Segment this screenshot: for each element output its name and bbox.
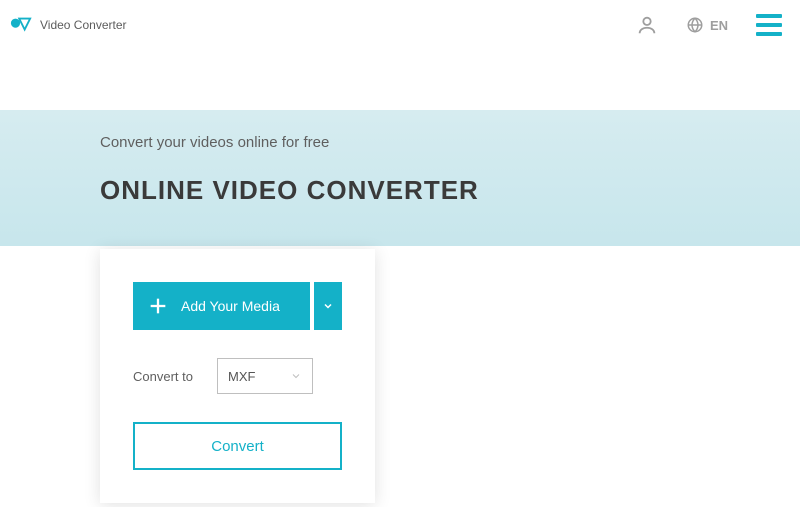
format-select[interactable]: MXF	[217, 358, 313, 394]
add-media-button[interactable]: Add Your Media	[133, 282, 310, 330]
convert-to-label: Convert to	[133, 369, 193, 384]
header: Video Converter EN	[0, 0, 800, 50]
globe-icon	[686, 16, 704, 34]
chevron-down-icon	[290, 370, 302, 382]
language-label: EN	[710, 18, 728, 33]
menu-button[interactable]	[756, 14, 782, 36]
header-left: Video Converter	[10, 14, 127, 36]
add-media-label: Add Your Media	[181, 298, 280, 314]
language-selector[interactable]: EN	[686, 16, 728, 34]
add-media-dropdown[interactable]	[314, 282, 342, 330]
format-selected-value: MXF	[228, 369, 255, 384]
hero-title: ONLINE VIDEO CONVERTER	[100, 175, 800, 206]
hero-section: Convert your videos online for free ONLI…	[0, 110, 800, 246]
chevron-down-icon	[322, 300, 334, 312]
header-right: EN	[636, 14, 782, 36]
converter-card: Add Your Media Convert to MXF Convert	[100, 249, 375, 503]
hero-subtitle: Convert your videos online for free	[100, 134, 800, 151]
add-media-row: Add Your Media	[133, 282, 342, 330]
brand-name: Video Converter	[40, 18, 127, 32]
user-icon[interactable]	[636, 14, 658, 36]
plus-icon	[147, 295, 169, 317]
convert-button[interactable]: Convert	[133, 422, 342, 470]
convert-to-row: Convert to MXF	[133, 358, 342, 394]
logo-icon	[10, 14, 32, 36]
